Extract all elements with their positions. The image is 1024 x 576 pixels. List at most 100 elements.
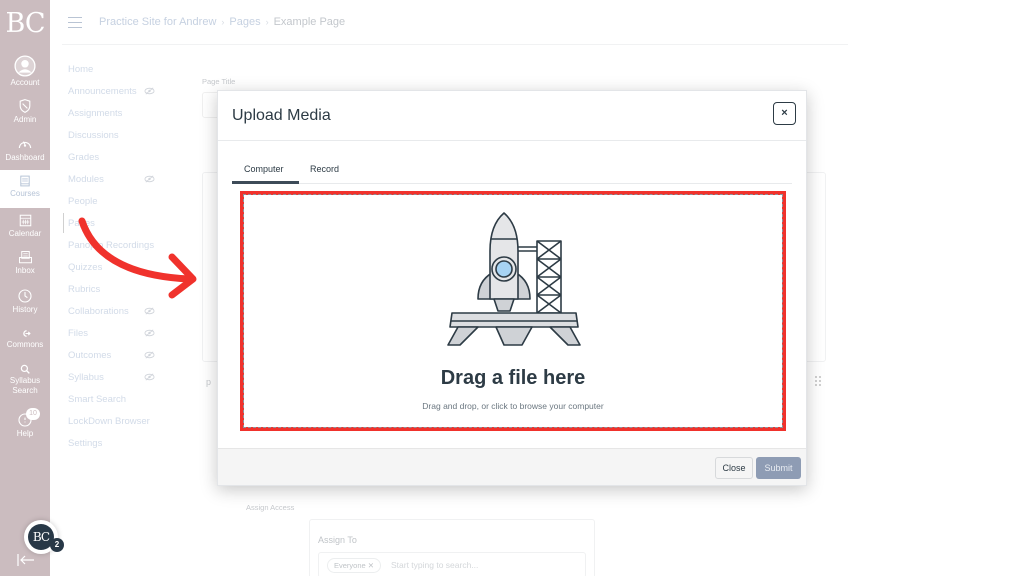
breadcrumb-current: Example Page: [273, 16, 346, 28]
upload-media-modal: Upload Media × Computer Record Drag a fi…: [217, 90, 807, 486]
course-nav-item-assignments[interactable]: Assignments: [68, 106, 168, 128]
account-icon: [14, 55, 36, 77]
global-nav-account[interactable]: Account: [0, 55, 50, 88]
close-icon: ×: [781, 107, 788, 119]
tab-computer[interactable]: Computer: [244, 164, 284, 174]
course-nav-label: Home: [68, 64, 94, 75]
course-nav-item-pages[interactable]: Pages: [68, 216, 168, 238]
course-nav-label: Syllabus: [68, 372, 104, 383]
course-nav-label: Collaborations: [68, 306, 129, 317]
chevron-right-icon: ›: [221, 17, 225, 27]
commons-icon: [22, 330, 31, 337]
admin-shield-icon: [19, 99, 31, 114]
course-nav-item-files[interactable]: Files: [68, 326, 168, 348]
hidden-eye-icon: [144, 329, 155, 337]
assign-to-label: Assign To: [318, 535, 357, 545]
dropzone-title: Drag a file here: [440, 367, 586, 389]
global-nav-label: Syllabus Search: [9, 376, 41, 395]
course-nav-label: Settings: [68, 438, 103, 449]
page: BC Account Admin Dashboard Courses Calen…: [0, 0, 1024, 576]
course-nav-label: Smart Search: [68, 394, 127, 405]
course-nav-item-syllabus[interactable]: Syllabus: [68, 370, 168, 392]
course-nav-item-collaborations[interactable]: Collaborations: [68, 304, 168, 326]
course-nav-item-panopto-recordings[interactable]: Panopto Recordings: [68, 238, 168, 260]
assign-chip-everyone[interactable]: Everyone ✕: [327, 558, 382, 573]
chevron-right-icon: ›: [265, 17, 269, 27]
course-nav-item-discussions[interactable]: Discussions: [68, 128, 168, 150]
course-nav-item-smart-search[interactable]: Smart Search: [68, 392, 168, 414]
remove-chip-icon[interactable]: ✕: [368, 561, 374, 570]
breadcrumb-course[interactable]: Practice Site for Andrew: [99, 16, 216, 28]
breadcrumb-pages[interactable]: Pages: [229, 16, 260, 28]
course-nav-item-lockdown-browser[interactable]: LockDown Browser: [68, 414, 168, 436]
submit-button[interactable]: Submit: [756, 457, 801, 479]
course-nav-item-grades[interactable]: Grades: [68, 150, 168, 172]
global-nav-history[interactable]: History: [0, 288, 50, 315]
institution-logo[interactable]: BC: [0, 8, 50, 39]
hidden-eye-icon: [144, 175, 155, 183]
global-nav-label: Account: [10, 78, 40, 87]
global-nav-syllabus-search[interactable]: Syllabus Search: [0, 364, 50, 396]
global-nav-dashboard[interactable]: Dashboard: [0, 136, 50, 163]
global-nav-label: Courses: [10, 189, 40, 198]
course-nav-item-announcements[interactable]: Announcements: [68, 84, 168, 106]
course-nav-label: Files: [68, 328, 89, 339]
global-nav-label: Commons: [6, 340, 44, 349]
course-nav-item-modules[interactable]: Modules: [68, 172, 168, 194]
syllabus-search-icon: [20, 364, 30, 374]
close-button[interactable]: Close: [715, 457, 753, 479]
course-nav-label: Discussions: [68, 130, 119, 141]
course-nav-label: Assignments: [68, 108, 123, 119]
course-nav-item-home[interactable]: Home: [68, 62, 168, 84]
global-nav-label: Dashboard: [5, 153, 45, 162]
global-nav-label: Inbox: [15, 266, 35, 275]
global-nav: BC Account Admin Dashboard Courses Calen…: [0, 0, 64, 576]
dropzone-subtitle: Drag and drop, or click to browse your c…: [422, 401, 604, 411]
course-nav-label: Announcements: [68, 86, 137, 97]
assign-chip-label: Everyone: [334, 561, 366, 570]
editor-path-indicator: p: [206, 377, 212, 387]
course-nav-item-quizzes[interactable]: Quizzes: [68, 260, 168, 282]
global-nav-label: Calendar: [8, 229, 42, 238]
course-nav: Home Announcements Assignments Discussions G…: [68, 62, 168, 458]
avatar-notification-badge: 2: [50, 538, 64, 552]
course-nav-item-people[interactable]: People: [68, 194, 168, 216]
help-badge: 10: [26, 408, 40, 420]
course-nav-label: Rubrics: [68, 284, 101, 295]
global-nav-courses[interactable]: Courses: [0, 170, 50, 208]
global-nav-calendar[interactable]: Calendar: [0, 213, 50, 239]
breadcrumb: Practice Site for Andrew › Pages › Example P…: [99, 16, 345, 28]
modal-close-button[interactable]: ×: [773, 102, 796, 125]
rocket-launch-icon: [447, 212, 581, 346]
global-nav-commons[interactable]: Commons: [0, 328, 50, 350]
global-nav-admin[interactable]: Admin: [0, 98, 50, 125]
upload-tabs: Computer Record: [232, 161, 792, 184]
assign-access-label: Assign Access: [246, 503, 295, 512]
course-nav-label: Panopto Recordings: [68, 240, 155, 251]
modal-title: Upload Media: [232, 107, 331, 124]
course-nav-label: LockDown Browser: [68, 416, 150, 427]
course-nav-label: People: [68, 196, 98, 207]
active-tab-indicator: [232, 181, 299, 184]
course-nav-active-indicator: [63, 213, 64, 233]
course-nav-item-outcomes[interactable]: Outcomes: [68, 348, 168, 370]
hamburger-menu-icon[interactable]: [68, 17, 82, 28]
hidden-eye-icon: [144, 307, 155, 315]
global-nav-label: Help: [16, 429, 34, 438]
assign-to-input[interactable]: Everyone ✕ Start typing to search...: [318, 552, 586, 576]
file-dropzone[interactable]: Drag a file here Drag and drop, or click…: [240, 191, 786, 431]
global-nav-help[interactable]: 10 Help: [0, 408, 50, 439]
assign-to-placeholder: Start typing to search...: [391, 560, 479, 570]
hidden-eye-icon: [144, 351, 155, 359]
header-divider: [62, 44, 848, 45]
course-nav-label: Quizzes: [68, 262, 103, 273]
tab-record[interactable]: Record: [310, 164, 339, 174]
course-nav-item-settings[interactable]: Settings: [68, 436, 168, 458]
course-nav-item-rubrics[interactable]: Rubrics: [68, 282, 168, 304]
hidden-eye-icon: [144, 373, 155, 381]
resize-handle-icon[interactable]: [815, 376, 821, 386]
modal-header-divider: [218, 140, 806, 141]
global-nav-inbox[interactable]: Inbox: [0, 250, 50, 276]
course-nav-label: Pages: [68, 218, 95, 229]
collapse-nav-icon[interactable]: [17, 553, 35, 567]
